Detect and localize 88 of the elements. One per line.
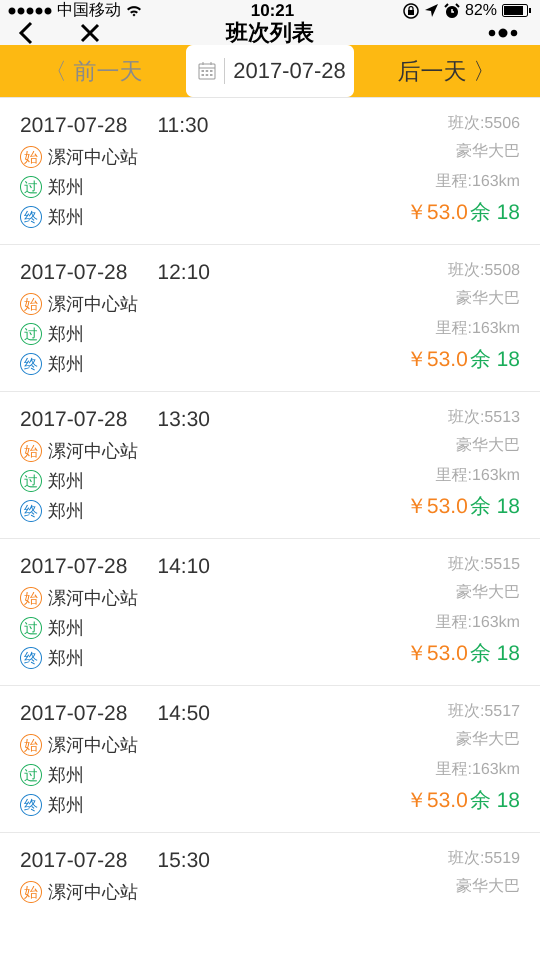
ticket-price: ￥53.0 [406, 641, 468, 667]
stop-badge: 过 [20, 470, 42, 492]
stop-name: 郑州 [48, 500, 84, 523]
stop-badge: 终 [20, 647, 42, 669]
calendar-icon [198, 62, 216, 80]
departure-date: 2017-07-28 [20, 261, 128, 285]
seats-left: 余 18 [470, 494, 520, 520]
clock-time: 10:21 [250, 0, 294, 20]
trip-number: 班次:5506 [448, 114, 520, 134]
bus-type: 豪华大巴 [456, 876, 520, 896]
page-title: 班次列表 [226, 19, 314, 47]
date-picker[interactable]: 2017-07-28 [186, 45, 354, 97]
more-menu-icon[interactable] [488, 28, 518, 38]
departure-time: 15:30 [157, 849, 210, 873]
stop-name: 漯河中心站 [48, 881, 138, 904]
ticket-price: ￥53.0 [406, 494, 468, 520]
stop-name: 漯河中心站 [48, 440, 138, 463]
stop-badge: 过 [20, 323, 42, 345]
trip-distance: 里程:163km [436, 318, 520, 338]
stop-badge: 始 [20, 440, 42, 462]
bus-type: 豪华大巴 [456, 730, 520, 750]
ticket-price: ￥53.0 [406, 200, 468, 226]
stop-name: 郑州 [48, 353, 84, 376]
stop-badge: 始 [20, 734, 42, 756]
stop-badge: 终 [20, 794, 42, 816]
alarm-clock-icon [444, 2, 460, 18]
departure-time: 14:50 [157, 702, 210, 726]
stop-badge: 过 [20, 764, 42, 786]
departure-date: 2017-07-28 [20, 702, 128, 726]
stop-badge: 终 [20, 353, 42, 375]
next-day-button[interactable]: 后一天 〉 [354, 50, 540, 92]
bus-type: 豪华大巴 [456, 582, 520, 602]
trip-distance: 里程:163km [436, 760, 520, 780]
stop-badge: 终 [20, 206, 42, 228]
departure-date: 2017-07-28 [20, 849, 128, 873]
departure-time: 13:30 [157, 408, 210, 432]
stop-name: 漯河中心站 [48, 293, 138, 316]
stop-name: 郑州 [48, 794, 84, 817]
seats-left: 余 18 [470, 347, 520, 373]
wifi-icon [126, 4, 142, 17]
stop-name: 郑州 [48, 176, 84, 199]
stop-badge: 始 [20, 881, 42, 903]
stop-badge: 过 [20, 176, 42, 198]
trip-number: 班次:5513 [448, 408, 520, 428]
trip-distance: 里程:163km [436, 172, 520, 192]
stop-name: 郑州 [48, 470, 84, 493]
trip-distance: 里程:163km [436, 612, 520, 632]
battery-icon [502, 4, 532, 17]
trip-number: 班次:5519 [448, 848, 520, 868]
selected-date: 2017-07-28 [233, 58, 346, 84]
stop-name: 漯河中心站 [48, 734, 138, 757]
departure-date: 2017-07-28 [20, 114, 128, 138]
seats-left: 余 18 [470, 788, 520, 814]
stop-name: 郑州 [48, 764, 84, 787]
bus-type: 豪华大巴 [456, 288, 520, 308]
trip-distance: 里程:163km [436, 466, 520, 486]
departure-time: 12:10 [157, 261, 210, 285]
back-icon[interactable] [18, 21, 34, 45]
departure-date: 2017-07-28 [20, 555, 128, 579]
signal-icon [8, 6, 52, 16]
battery-percent: 82% [464, 2, 497, 20]
stop-badge: 终 [20, 500, 42, 522]
bus-type: 豪华大巴 [456, 436, 520, 456]
stop-name: 漯河中心站 [48, 146, 138, 169]
stop-badge: 始 [20, 587, 42, 609]
rotation-lock-icon [402, 2, 419, 18]
departure-date: 2017-07-28 [20, 408, 128, 432]
ticket-price: ￥53.0 [406, 788, 468, 814]
ticket-price: ￥53.0 [406, 347, 468, 373]
seats-left: 余 18 [470, 641, 520, 667]
carrier-name: 中国移动 [57, 0, 121, 21]
stop-badge: 始 [20, 293, 42, 315]
location-arrow-icon [424, 3, 439, 18]
trip-number: 班次:5508 [448, 260, 520, 280]
trip-number: 班次:5517 [448, 702, 520, 722]
stop-name: 漯河中心站 [48, 587, 138, 610]
stop-name: 郑州 [48, 647, 84, 670]
departure-time: 11:30 [157, 114, 208, 138]
stop-name: 郑州 [48, 206, 84, 229]
departure-time: 14:10 [157, 555, 210, 579]
stop-name: 郑州 [48, 617, 84, 640]
trip-number: 班次:5515 [448, 554, 520, 574]
seats-left: 余 18 [470, 200, 520, 226]
bus-type: 豪华大巴 [456, 142, 520, 162]
close-icon[interactable] [80, 23, 100, 43]
stop-badge: 过 [20, 617, 42, 639]
stop-name: 郑州 [48, 323, 84, 346]
stop-badge: 始 [20, 146, 42, 168]
